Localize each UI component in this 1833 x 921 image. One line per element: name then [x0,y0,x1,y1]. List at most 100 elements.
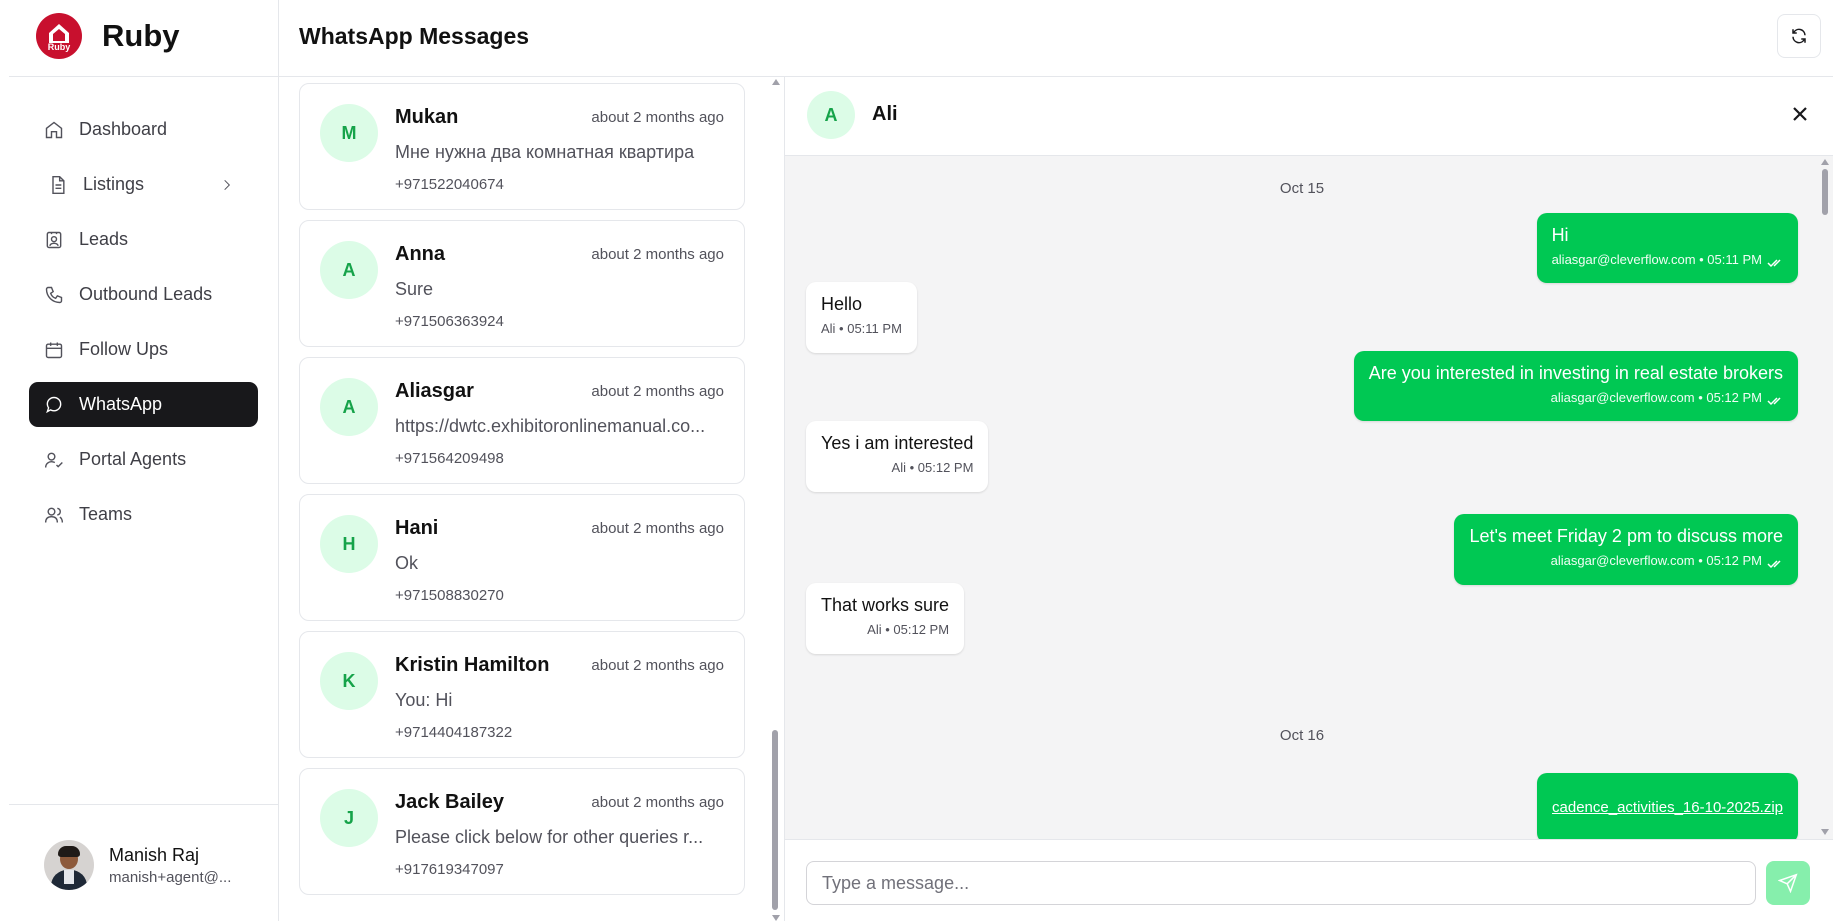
message-text: Hello [821,294,863,314]
sidebar-item-dashboard[interactable]: Dashboard [29,107,258,152]
contact-avatar: M [320,104,378,162]
chat-panel: A Ali Oct 15 Hi aliasgar@cleverflow.com … [784,77,1833,921]
sidebar-item-whatsapp[interactable]: WhatsApp [29,382,258,427]
message-text: Yes i am interested [821,433,974,453]
message-circle-icon [46,396,62,413]
contact-avatar: A [320,241,378,299]
sidebar-item-label: WhatsApp [79,394,163,414]
last-message: Ok [395,553,419,573]
contact-avatar: H [320,515,378,573]
last-message: Sure [395,279,434,299]
date-separator: Oct 15 [1279,180,1325,197]
message-bubble-attachment: cadence_activities_16-10-2025.zip [1537,773,1798,839]
conversation-item[interactable]: A Anna about 2 months ago Sure +97150636… [299,220,745,347]
users-icon [44,507,64,523]
message-meta: aliasgar@cleverflow.com • 05:12 PM [1550,553,1762,568]
conversation-item[interactable]: K Kristin Hamilton about 2 months ago Yo… [299,631,745,758]
message-thread: Oct 15 Hi aliasgar@cleverflow.com • 05:1… [785,157,1833,839]
user-check-icon [44,452,63,468]
home-icon [45,121,63,138]
divider [9,76,279,77]
sidebar-item-label: Teams [79,504,133,524]
contact-avatar: A [320,378,378,436]
calendar-icon [45,342,63,358]
message-input[interactable] [806,861,1756,905]
sidebar-item-label: Leads [79,229,129,249]
message-text: Hi [1551,225,1569,245]
contact-phone: +971508830270 [395,587,504,604]
close-chat-button[interactable] [1788,102,1812,126]
last-message: Please click below for other queries r..… [395,827,704,847]
sidebar-nav: Dashboard Listings Leads Outbound Leads … [29,107,258,547]
message-bubble-outgoing: Let's meet Friday 2 pm to discuss more a… [1454,514,1798,585]
send-button[interactable] [1766,861,1810,905]
conversation-item[interactable]: A Aliasgar about 2 months ago https://dw… [299,357,745,484]
scrollbar-thumb[interactable] [772,730,778,910]
conversation-time: about 2 months ago [591,109,724,126]
page-title: WhatsApp Messages [299,23,530,49]
sidebar-item-label: Follow Ups [79,339,169,359]
sidebar-item-leads[interactable]: Leads [29,217,258,262]
contact-name: Anna [395,243,445,265]
brand[interactable]: Ruby Ruby [36,13,180,59]
contact-card-icon [46,231,62,248]
date-separator: Oct 16 [1279,727,1325,744]
contact-name: Kristin Hamilton [395,654,550,676]
chat-scrollbar[interactable] [1819,157,1831,839]
scroll-up-icon[interactable] [1821,159,1829,165]
brand-name: Ruby [102,18,180,53]
close-icon [1793,107,1807,121]
phone-icon [45,286,63,303]
sidebar-item-label: Portal Agents [79,449,187,469]
last-message: Мне нужна два комнатная квартира [395,142,695,162]
sidebar: Ruby Ruby Dashboard Listings Leads Outbo… [0,0,279,921]
chat-contact-name: Ali [872,103,898,125]
attachment-link[interactable]: cadence_activities_16-10-2025.zip [1552,799,1783,816]
contact-name: Hani [395,517,439,539]
last-message: https://dwtc.exhibitoronlinemanual.co... [395,416,706,436]
chat-header: A Ali [785,77,1833,156]
document-icon [52,175,65,194]
conversation-time: about 2 months ago [591,246,724,263]
conversation-time: about 2 months ago [591,520,724,537]
conversation-item[interactable]: J Jack Bailey about 2 months ago Please … [299,768,745,895]
send-icon [1778,873,1798,893]
contact-avatar: J [320,789,378,847]
sidebar-item-follow-ups[interactable]: Follow Ups [29,327,258,372]
message-bubble-outgoing: Hi aliasgar@cleverflow.com • 05:11 PM [1536,213,1798,283]
refresh-button[interactable] [1777,14,1821,58]
contact-name: Mukan [395,106,459,128]
conversation-list: M Mukan about 2 months ago Мне нужна два… [279,77,784,921]
divider [9,804,279,805]
message-meta: aliasgar@cleverflow.com • 05:12 PM [1550,390,1762,405]
contact-phone: +971564209498 [395,450,504,467]
user-profile[interactable]: Manish Raj manish+agent@... [44,840,231,890]
scrollbar-thumb[interactable] [1822,169,1828,215]
refresh-icon [1792,28,1806,44]
logo-text: Ruby [47,42,71,52]
scroll-down-icon[interactable] [772,915,780,921]
message-meta: aliasgar@cleverflow.com • 05:11 PM [1551,252,1762,267]
double-check-icon [1767,256,1783,267]
sidebar-item-portal-agents[interactable]: Portal Agents [29,437,258,482]
contact-phone: +971522040674 [395,176,504,193]
conversation-item[interactable]: H Hani about 2 months ago Ok +9715088302… [299,494,745,621]
sidebar-item-label: Dashboard [79,119,168,139]
sidebar-item-listings[interactable]: Listings [29,162,258,207]
sidebar-item-outbound-leads[interactable]: Outbound Leads [29,272,258,317]
message-composer [785,839,1833,921]
conversation-item[interactable]: M Mukan about 2 months ago Мне нужна два… [299,83,745,210]
page-header: WhatsApp Messages [279,0,1833,77]
sidebar-item-teams[interactable]: Teams [29,492,258,537]
conversation-scrollbar[interactable] [769,77,781,921]
sidebar-item-label: Listings [83,174,145,194]
chevron-right-icon[interactable] [220,178,234,192]
double-check-icon [1767,394,1783,405]
user-name: Manish Raj [109,844,200,865]
scroll-down-icon[interactable] [1821,829,1829,835]
message-meta: Ali • 05:12 PM [891,460,974,475]
double-check-icon [1767,557,1783,568]
scroll-up-icon[interactable] [772,79,780,85]
contact-name: Aliasgar [395,380,474,402]
sidebar-item-label: Outbound Leads [79,284,213,304]
